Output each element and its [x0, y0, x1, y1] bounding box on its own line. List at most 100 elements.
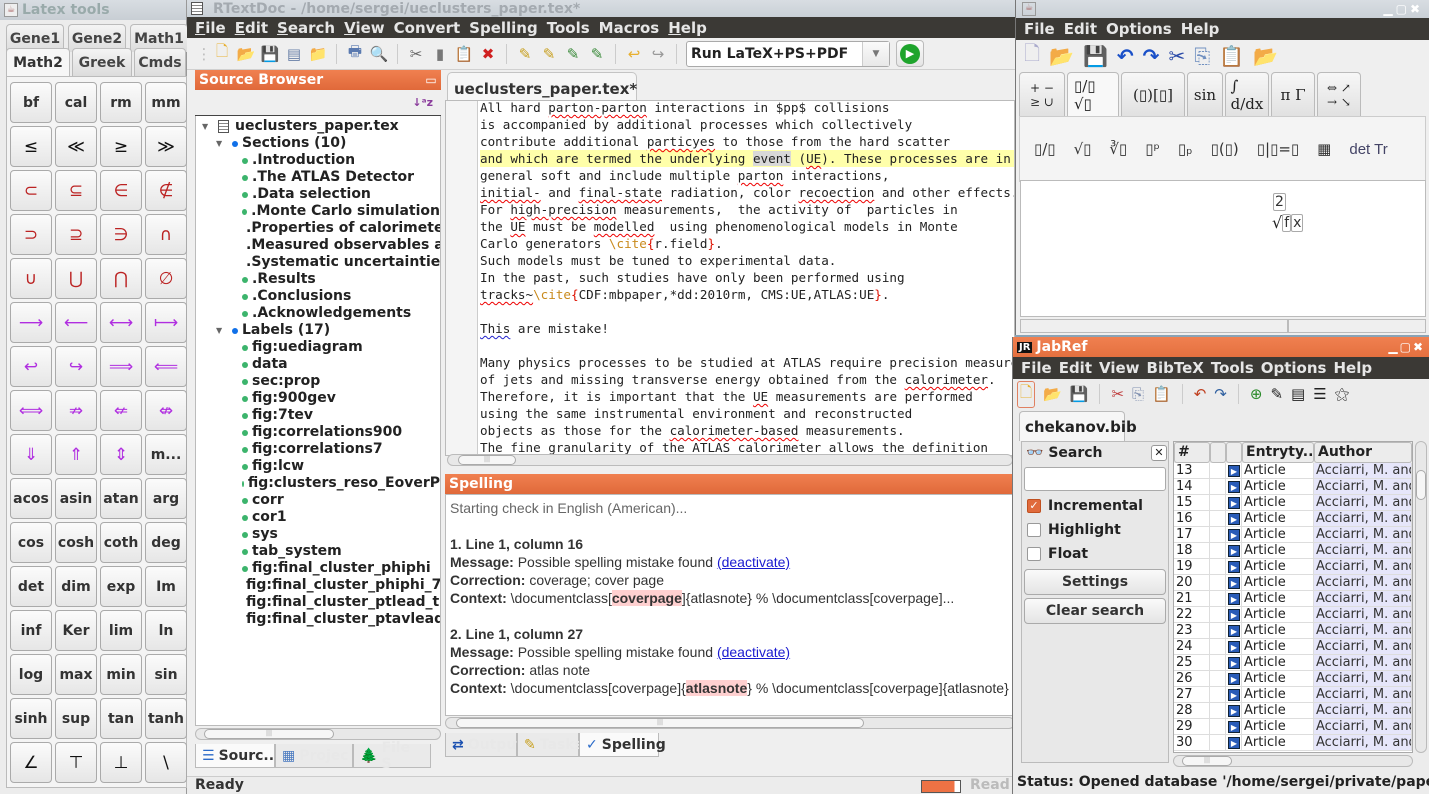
- column-header[interactable]: [1210, 442, 1226, 463]
- cut-icon[interactable]: ✂: [1111, 385, 1124, 403]
- table-row[interactable]: 27 ▶ Article Acciarri, M. and: [1174, 687, 1412, 703]
- code-line[interactable]: Carlo generators \cite{r.field}.: [480, 235, 1014, 252]
- formula-category-tab[interactable]: sin: [1187, 72, 1223, 116]
- external-link-icon[interactable]: ▶: [1228, 481, 1240, 493]
- menu-tools[interactable]: Tools: [547, 19, 590, 37]
- latex-symbol-button[interactable]: inf: [10, 610, 52, 651]
- latex-symbol-button[interactable]: sin: [145, 654, 187, 695]
- latex-tab-math2[interactable]: Math2: [6, 48, 70, 76]
- copy-icon[interactable]: ▮: [431, 45, 449, 63]
- latex-symbol-button[interactable]: sup: [55, 698, 97, 739]
- row-link-cell[interactable]: ▶: [1226, 623, 1242, 639]
- latex-symbol-button[interactable]: lim: [100, 610, 142, 651]
- code-line[interactable]: tracks~\cite{CDF:mbpaper,*dd:2010rm, CMS…: [480, 286, 1014, 303]
- tree-item-sections[interactable]: .The ATLAS Detector: [196, 169, 440, 186]
- clear-search-button[interactable]: Clear search: [1024, 598, 1166, 624]
- marker-multi-icon[interactable]: ✎: [540, 45, 558, 63]
- code-line[interactable]: the UE must be modelled using phenomenol…: [480, 218, 1014, 235]
- latex-symbol-button[interactable]: ⟷: [100, 302, 142, 343]
- print-preview-icon[interactable]: 🔍: [370, 45, 389, 63]
- latex-symbol-button[interactable]: Ker: [55, 610, 97, 651]
- palette-item[interactable]: √▯: [1074, 140, 1092, 158]
- copy-icon[interactable]: ⎘: [1194, 44, 1210, 68]
- latex-symbol-button[interactable]: ≤: [10, 126, 52, 167]
- column-header[interactable]: #: [1174, 442, 1210, 463]
- latex-symbol-button[interactable]: asin: [55, 478, 97, 519]
- external-link-icon[interactable]: ▶: [1228, 497, 1240, 509]
- search-input[interactable]: [1024, 467, 1166, 491]
- external-link-icon[interactable]: ▶: [1228, 689, 1240, 701]
- table-row[interactable]: 18 ▶ Article Acciarri, M. and: [1174, 543, 1412, 559]
- tree-item-sections[interactable]: .Systematic uncertainties: [196, 254, 440, 271]
- code-line[interactable]: For high-precision measurements, the act…: [480, 201, 1014, 218]
- latex-symbol-button[interactable]: ∋: [100, 214, 142, 255]
- row-link-cell[interactable]: ▶: [1226, 607, 1242, 623]
- latex-symbol-button[interactable]: ⇍: [100, 390, 142, 431]
- table-row[interactable]: 25 ▶ Article Acciarri, M. and: [1174, 655, 1412, 671]
- column-header[interactable]: Entryty...: [1242, 442, 1314, 463]
- latex-symbol-button[interactable]: ∅: [145, 258, 187, 299]
- row-link-cell[interactable]: ▶: [1226, 495, 1242, 511]
- tree-item-labels[interactable]: fig:correlations900: [196, 424, 440, 441]
- latex-symbol-button[interactable]: log: [10, 654, 52, 695]
- latex-symbol-button[interactable]: dim: [55, 566, 97, 607]
- latex-symbol-button[interactable]: m...: [145, 434, 187, 475]
- tree-root[interactable]: ▼ ueclusters_paper.tex: [196, 118, 440, 135]
- table-row[interactable]: 16 ▶ Article Acciarri, M. and: [1174, 511, 1412, 527]
- latex-symbol-button[interactable]: ⟵: [55, 302, 97, 343]
- row-link-cell[interactable]: ▶: [1226, 703, 1242, 719]
- correction-text[interactable]: atlas note: [529, 662, 590, 678]
- tree-item-sections[interactable]: .Measured observables an: [196, 237, 440, 254]
- latex-symbol-button[interactable]: mm: [145, 82, 187, 123]
- formula-category-tab[interactable]: + − ≥ ∪: [1019, 72, 1065, 116]
- latex-symbol-button[interactable]: ∈: [100, 170, 142, 211]
- cut-icon[interactable]: ✂: [1168, 44, 1185, 68]
- new-icon[interactable]: 🗋: [1024, 39, 1040, 73]
- preview-icon[interactable]: ▤: [1291, 385, 1305, 403]
- latex-symbol-button[interactable]: ⟶: [10, 302, 52, 343]
- formula-category-tab[interactable]: ⇔ ↗ → ↘: [1317, 72, 1361, 116]
- correction-text[interactable]: coverage; cover page: [529, 572, 664, 588]
- latex-symbol-button[interactable]: ln: [145, 610, 187, 651]
- entry-table-vscrollbar[interactable]: [1415, 441, 1427, 753]
- close-search-icon[interactable]: ✕: [1151, 445, 1167, 461]
- palette-item[interactable]: ▯ᵖ: [1145, 140, 1160, 158]
- latex-symbol-button[interactable]: ∩: [145, 214, 187, 255]
- tree-item-sections[interactable]: .Data selection: [196, 186, 440, 203]
- entry-table-hscrollbar[interactable]: |||: [1173, 755, 1413, 767]
- external-link-icon[interactable]: ▶: [1228, 625, 1240, 637]
- menu-bibtex[interactable]: BibTeX: [1147, 359, 1204, 377]
- tree-item-sections[interactable]: .Monte Carlo simulation: [196, 203, 440, 220]
- checkbox[interactable]: [1027, 547, 1041, 561]
- latex-symbol-button[interactable]: ⟹: [100, 346, 142, 387]
- latex-symbol-button[interactable]: min: [100, 654, 142, 695]
- latex-symbol-button[interactable]: ⟼: [145, 302, 187, 343]
- external-link-icon[interactable]: ▶: [1228, 545, 1240, 557]
- external-link-icon[interactable]: ▶: [1228, 561, 1240, 573]
- spelling-panel-tab[interactable]: ✎ Tasks: [517, 733, 583, 757]
- row-link-cell[interactable]: ▶: [1226, 575, 1242, 591]
- external-link-icon[interactable]: ▶: [1228, 721, 1240, 733]
- redo-icon[interactable]: ↷: [1143, 44, 1160, 68]
- menu-convert[interactable]: Convert: [394, 19, 461, 37]
- latex-symbol-button[interactable]: ⇑: [55, 434, 97, 475]
- marker-green-multi-icon[interactable]: ✎: [588, 45, 606, 63]
- search-option-incremental[interactable]: ✓ Incremental: [1022, 494, 1168, 518]
- latex-tab-cmds[interactable]: Cmds: [134, 48, 186, 76]
- menu-file[interactable]: File: [1024, 20, 1055, 38]
- tree-item-sections[interactable]: .Introduction: [196, 152, 440, 169]
- menu-help[interactable]: Help: [1333, 359, 1372, 377]
- new-db-icon[interactable]: 🗋: [1017, 380, 1036, 408]
- menu-options[interactable]: Options: [1106, 20, 1172, 38]
- external-link-icon[interactable]: ▶: [1228, 513, 1240, 525]
- window-controls[interactable]: ▁▢✖: [1383, 2, 1423, 16]
- code-line[interactable]: and which are termed the underlying even…: [480, 150, 1014, 167]
- external-link-icon[interactable]: ▶: [1228, 529, 1240, 541]
- row-link-cell[interactable]: ▶: [1226, 463, 1242, 479]
- paste-icon[interactable]: 📋: [1219, 44, 1244, 68]
- code-line[interactable]: general soft and include multiple parton…: [480, 167, 1014, 184]
- latex-symbol-button[interactable]: ⊆: [55, 170, 97, 211]
- tree-group-labels[interactable]: ▼ Labels (17): [196, 322, 440, 339]
- root-index-box[interactable]: 2: [1273, 193, 1286, 211]
- undo-icon[interactable]: ↶: [1117, 44, 1134, 68]
